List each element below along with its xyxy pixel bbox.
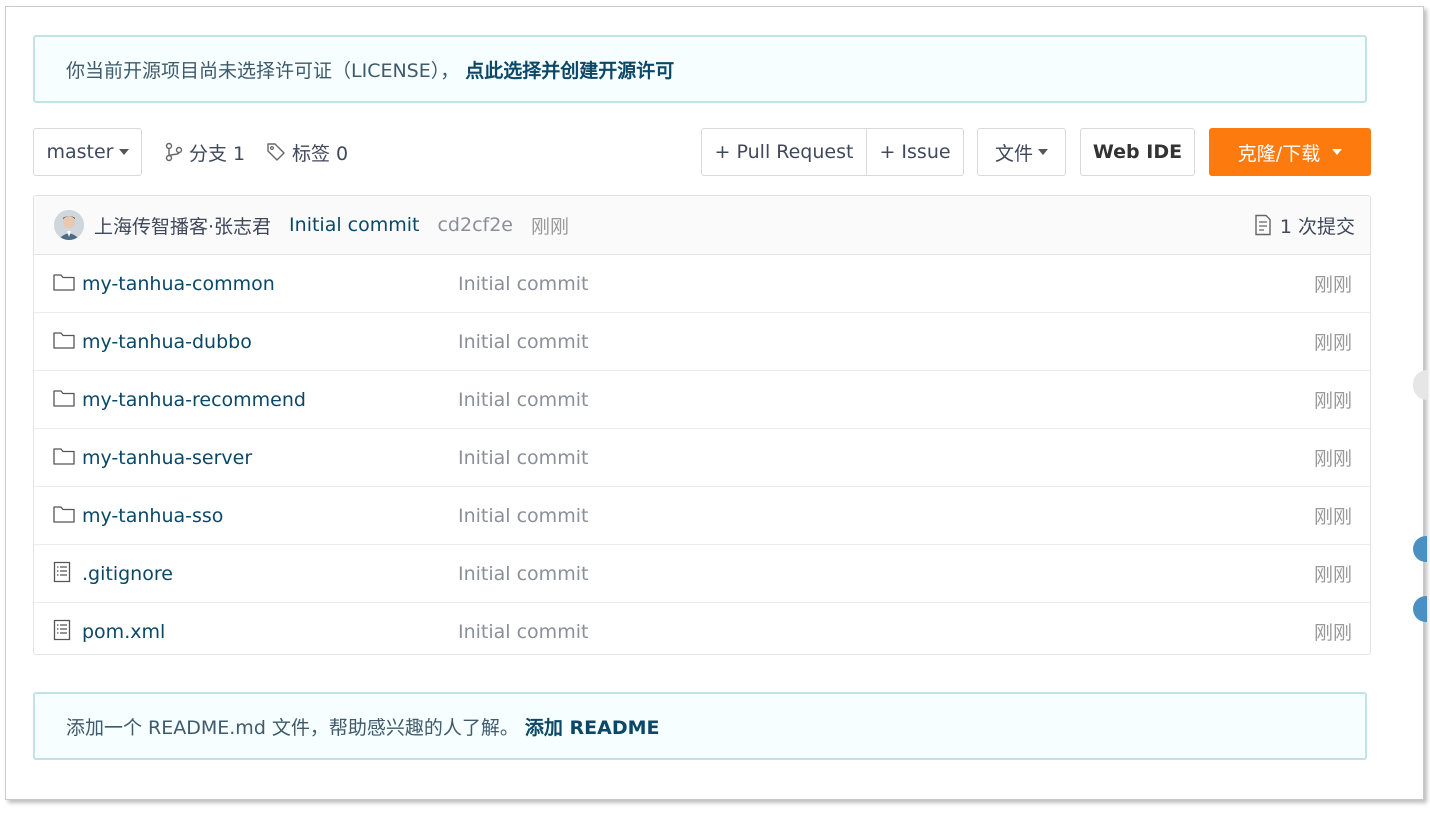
file-commit-message[interactable]: Initial commit (458, 273, 588, 295)
file-commit-message[interactable]: Initial commit (458, 505, 588, 527)
folder-icon (53, 506, 75, 523)
file-menu-button[interactable]: 文件 (977, 128, 1066, 176)
tags-count: 标签 0 (292, 142, 349, 165)
chevron-down-icon (1038, 149, 1048, 155)
new-pull-request-button[interactable]: + Pull Request (701, 128, 867, 176)
avatar[interactable] (54, 210, 84, 240)
file-commit-time: 刚刚 (1313, 274, 1352, 296)
file-name[interactable]: pom.xml (82, 621, 165, 643)
tags-link[interactable]: 标签 0 (266, 128, 348, 176)
file-row[interactable]: pom.xml Initial commit 刚刚 (34, 603, 1370, 654)
repository-panel: 你当前开源项目尚未选择许可证（LICENSE）， 点此选择并创建开源许可 mas… (5, 6, 1424, 800)
branches-count: 分支 1 (189, 142, 246, 165)
file-row[interactable]: my-tanhua-recommend Initial commit 刚刚 (34, 371, 1370, 429)
file-commit-time: 刚刚 (1313, 564, 1352, 586)
file-row[interactable]: my-tanhua-server Initial commit 刚刚 (34, 429, 1370, 487)
file-commit-message[interactable]: Initial commit (458, 621, 588, 643)
file-commit-time: 刚刚 (1313, 332, 1352, 354)
folder-icon (53, 390, 75, 407)
branch-select[interactable]: master (33, 128, 142, 176)
file-commit-time: 刚刚 (1313, 448, 1352, 470)
branch-icon (165, 142, 183, 162)
file-row[interactable]: .gitignore Initial commit 刚刚 (34, 545, 1370, 603)
file-commit-message[interactable]: Initial commit (458, 563, 588, 585)
repo-toolbar: master 分支 1 标签 0 + Pull Request + Issue (33, 128, 1372, 178)
file-commit-message[interactable]: Initial commit (458, 331, 588, 353)
clone-download-label: 克隆/下载 (1237, 142, 1321, 165)
create-license-link[interactable]: 点此选择并创建开源许可 (465, 56, 674, 83)
chevron-down-icon (1332, 149, 1343, 155)
readme-notice: 添加一个 README.md 文件，帮助感兴趣的人了解。 添加 README (33, 692, 1367, 760)
commits-count: 1 次提交 (1279, 215, 1355, 238)
file-text-icon (53, 561, 71, 583)
file-row[interactable]: my-tanhua-dubbo Initial commit 刚刚 (34, 313, 1370, 371)
file-name[interactable]: my-tanhua-sso (82, 505, 223, 527)
commit-sha[interactable]: cd2cf2e (437, 214, 513, 236)
file-commit-time: 刚刚 (1313, 390, 1352, 412)
commit-author[interactable]: 上海传智播客·张志君 (94, 212, 271, 239)
file-name[interactable]: .gitignore (82, 563, 173, 585)
file-name[interactable]: my-tanhua-recommend (82, 389, 306, 411)
commits-count-link[interactable]: 1 次提交 (1254, 212, 1355, 239)
clone-download-button[interactable]: 克隆/下载 (1209, 128, 1371, 176)
readme-notice-text: 添加一个 README.md 文件，帮助感兴趣的人了解。 (66, 716, 519, 739)
web-ide-label: Web IDE (1092, 141, 1183, 163)
latest-commit-bar: 上海传智播客·张志君 Initial commit cd2cf2e 刚刚 1 次… (34, 196, 1370, 255)
file-row[interactable]: my-tanhua-sso Initial commit 刚刚 (34, 487, 1370, 545)
file-name[interactable]: my-tanhua-dubbo (82, 331, 252, 353)
branches-link[interactable]: 分支 1 (165, 128, 245, 176)
folder-icon (53, 448, 75, 465)
folder-icon (53, 332, 75, 349)
file-name[interactable]: my-tanhua-server (82, 447, 252, 469)
file-commit-time: 刚刚 (1313, 622, 1352, 644)
file-name[interactable]: my-tanhua-common (82, 273, 275, 295)
folder-icon (53, 274, 75, 291)
commit-time: 刚刚 (531, 215, 570, 238)
tag-icon (267, 143, 285, 161)
user-avatar-icon (54, 210, 84, 240)
new-issue-button[interactable]: + Issue (866, 128, 964, 176)
file-text-icon (53, 619, 71, 641)
web-ide-button[interactable]: Web IDE (1080, 128, 1195, 176)
new-issue-label: + Issue (879, 141, 951, 163)
license-notice: 你当前开源项目尚未选择许可证（LICENSE）， 点此选择并创建开源许可 (33, 35, 1367, 103)
branch-select-label: master (46, 141, 114, 163)
file-commit-message[interactable]: Initial commit (458, 447, 588, 469)
commit-message[interactable]: Initial commit (289, 214, 419, 236)
commits-icon (1255, 214, 1271, 236)
file-commit-time: 刚刚 (1313, 506, 1352, 528)
file-row[interactable]: my-tanhua-common Initial commit 刚刚 (34, 255, 1370, 313)
file-menu-label: 文件 (994, 142, 1033, 165)
license-notice-text: 你当前开源项目尚未选择许可证（LICENSE）， (66, 59, 460, 82)
add-readme-link[interactable]: 添加 README (525, 713, 660, 740)
file-commit-message[interactable]: Initial commit (458, 389, 588, 411)
new-pull-request-label: + Pull Request (714, 141, 854, 163)
file-list: 上海传智播客·张志君 Initial commit cd2cf2e 刚刚 1 次… (33, 195, 1371, 655)
chevron-down-icon (118, 149, 129, 155)
